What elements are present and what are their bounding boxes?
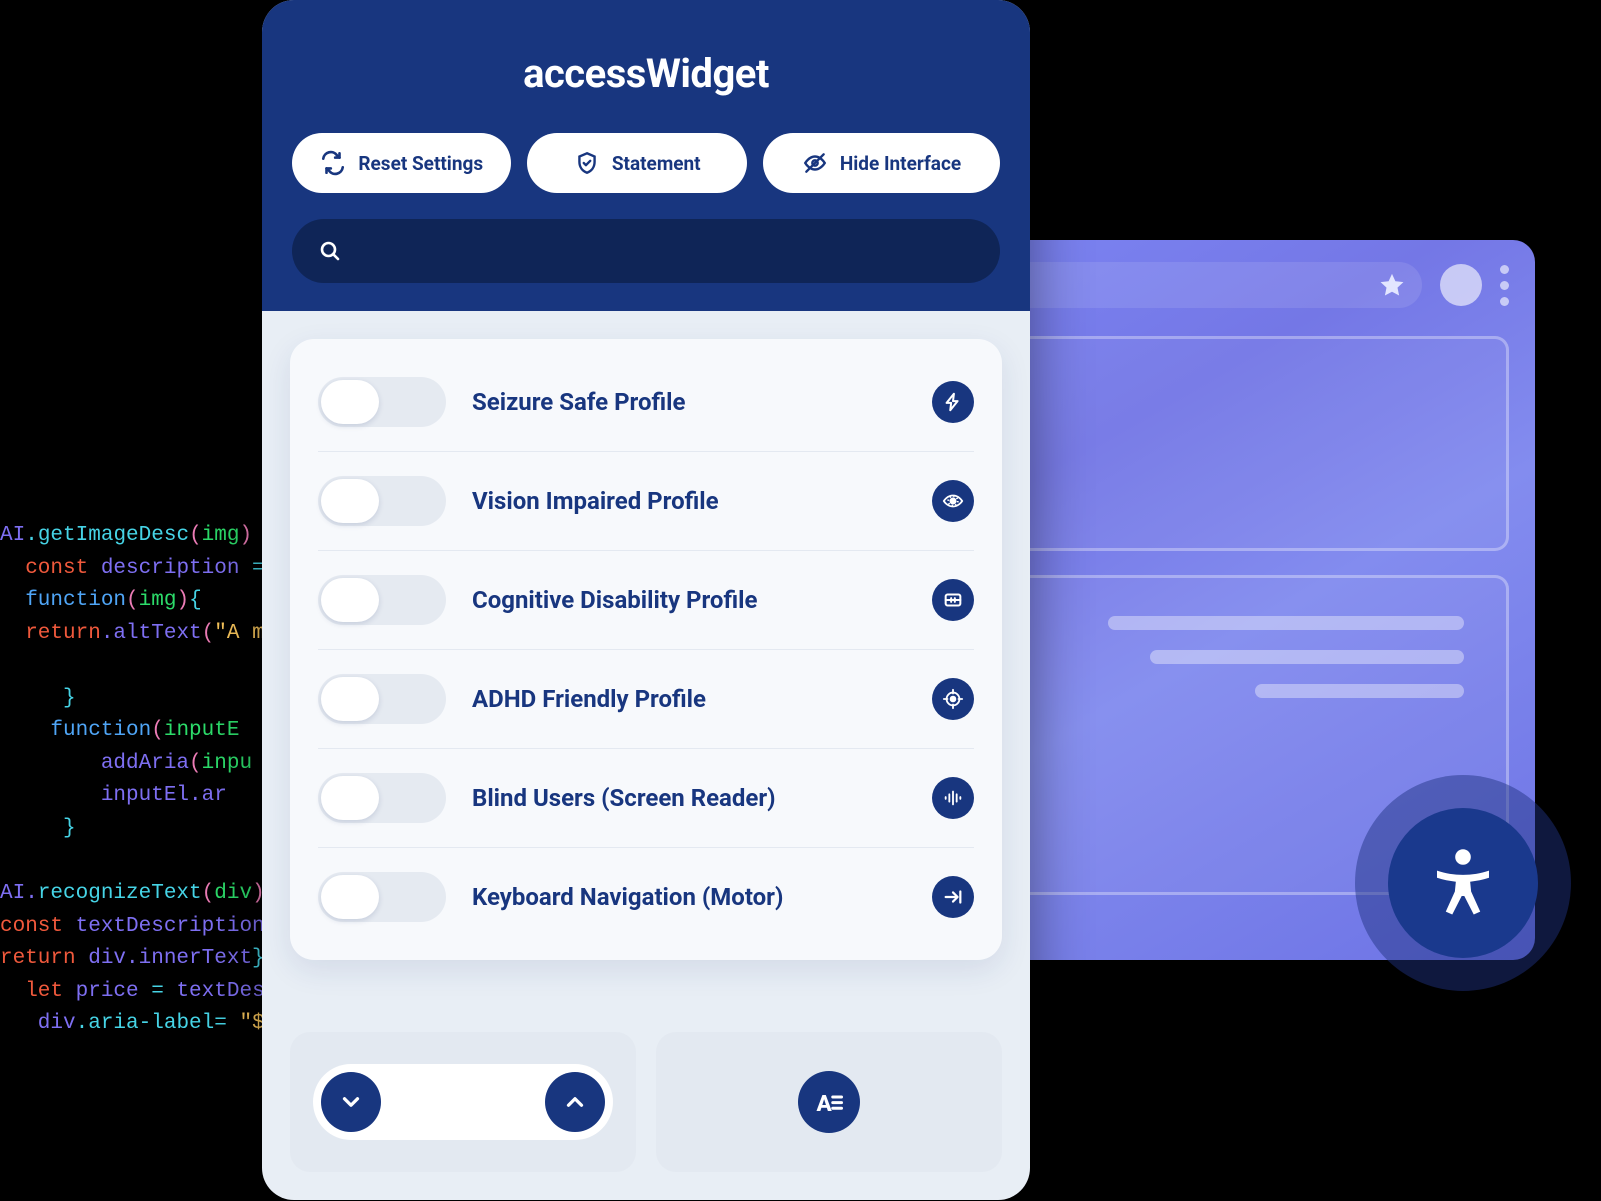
eye-off-icon <box>802 150 828 176</box>
reset-icon <box>320 150 346 176</box>
accessibility-fab[interactable] <box>1355 775 1571 991</box>
search-input[interactable] <box>292 219 1000 283</box>
chevron-up-icon <box>562 1089 588 1115</box>
profile-row: Cognitive Disability Profile <box>318 550 974 649</box>
hide-interface-label: Hide Interface <box>840 152 961 175</box>
profile-toggle[interactable] <box>318 773 446 823</box>
chevron-down-icon <box>338 1089 364 1115</box>
text-align-icon: A <box>798 1071 860 1133</box>
box-icon <box>932 579 974 621</box>
widget-footer-tiles: A <box>290 1032 1002 1172</box>
footer-tile-text[interactable]: A <box>656 1032 1002 1172</box>
reset-settings-label: Reset Settings <box>358 152 483 175</box>
stepper-increase-button[interactable] <box>545 1072 605 1132</box>
profile-row: Seizure Safe Profile <box>318 353 974 451</box>
browser-avatar[interactable] <box>1440 264 1482 306</box>
profile-label: Keyboard Navigation (Motor) <box>472 883 906 911</box>
profile-label: Vision Impaired Profile <box>472 487 906 515</box>
footer-tile-stepper <box>290 1032 636 1172</box>
profile-toggle[interactable] <box>318 575 446 625</box>
stepper-decrease-button[interactable] <box>321 1072 381 1132</box>
shield-icon <box>574 150 600 176</box>
widget-header: accessWidget Reset Settings Statement Hi… <box>262 0 1030 311</box>
profile-row: Blind Users (Screen Reader) <box>318 748 974 847</box>
lightning-icon <box>932 381 974 423</box>
hide-interface-button[interactable]: Hide Interface <box>763 133 1000 193</box>
accessibility-person-icon <box>1424 844 1502 922</box>
profile-label: Cognitive Disability Profile <box>472 586 906 614</box>
code-snippet-bg: AI.getImageDesc(img) const description =… <box>0 520 290 1041</box>
profiles-card: Seizure Safe Profile Vision Impaired Prof… <box>290 339 1002 960</box>
profile-row: Keyboard Navigation (Motor) <box>318 847 974 946</box>
profile-toggle[interactable] <box>318 674 446 724</box>
access-widget-panel: accessWidget Reset Settings Statement Hi… <box>262 0 1030 1200</box>
browser-menu-dots-icon[interactable] <box>1500 265 1509 306</box>
profile-toggle[interactable] <box>318 377 446 427</box>
value-stepper <box>313 1064 613 1140</box>
bookmark-star-icon <box>1378 271 1406 299</box>
eye-icon <box>932 480 974 522</box>
profile-row: Vision Impaired Profile <box>318 451 974 550</box>
audio-icon <box>932 777 974 819</box>
profile-label: ADHD Friendly Profile <box>472 685 906 713</box>
reset-settings-button[interactable]: Reset Settings <box>292 133 511 193</box>
svg-text:A: A <box>817 1091 833 1117</box>
widget-action-row: Reset Settings Statement Hide Interface <box>292 133 1000 193</box>
accessibility-fab-inner <box>1388 808 1538 958</box>
profile-label: Blind Users (Screen Reader) <box>472 784 906 812</box>
profile-toggle[interactable] <box>318 476 446 526</box>
widget-title: accessWidget <box>292 50 1000 97</box>
profile-toggle[interactable] <box>318 872 446 922</box>
statement-label: Statement <box>612 152 701 175</box>
profile-label: Seizure Safe Profile <box>472 388 906 416</box>
statement-button[interactable]: Statement <box>527 133 746 193</box>
search-icon <box>318 239 342 263</box>
profile-row: ADHD Friendly Profile <box>318 649 974 748</box>
arrow-right-icon <box>932 876 974 918</box>
target-icon <box>932 678 974 720</box>
